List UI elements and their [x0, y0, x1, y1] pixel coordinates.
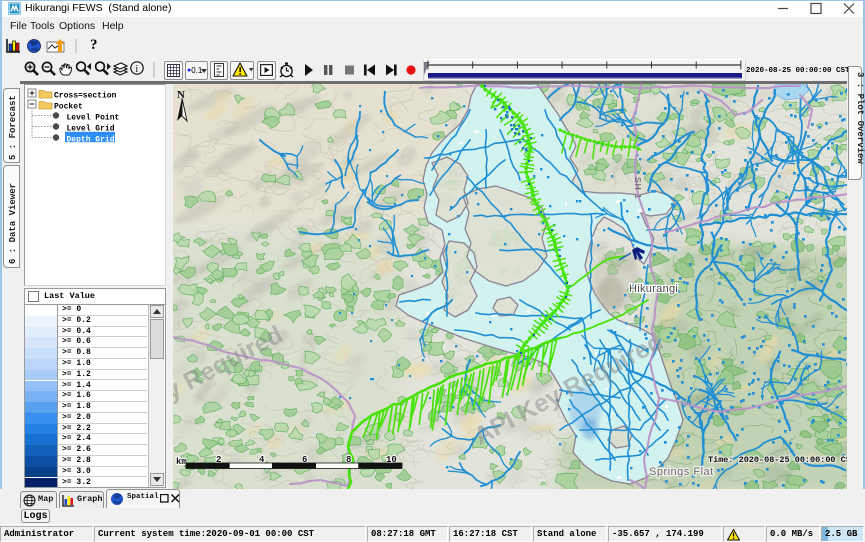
svg-text:Springs Flat: Springs Flat	[649, 466, 714, 478]
svg-text:SH 1: SH 1	[633, 177, 643, 200]
svg-text:Time: 2020-08-25 00:00:00 CST: Time: 2020-08-25 00:00:00 CST	[708, 455, 847, 465]
svg-text:Cross=section: Cross=section	[54, 92, 117, 101]
svg-text:Pocket: Pocket	[54, 103, 83, 112]
svg-text:Level Point: Level Point	[67, 114, 120, 123]
svg-text:N: N	[177, 89, 185, 101]
svg-text:Depth Grid: Depth Grid	[67, 136, 115, 145]
svg-text:Hikurangi: Hikurangi	[629, 283, 678, 295]
